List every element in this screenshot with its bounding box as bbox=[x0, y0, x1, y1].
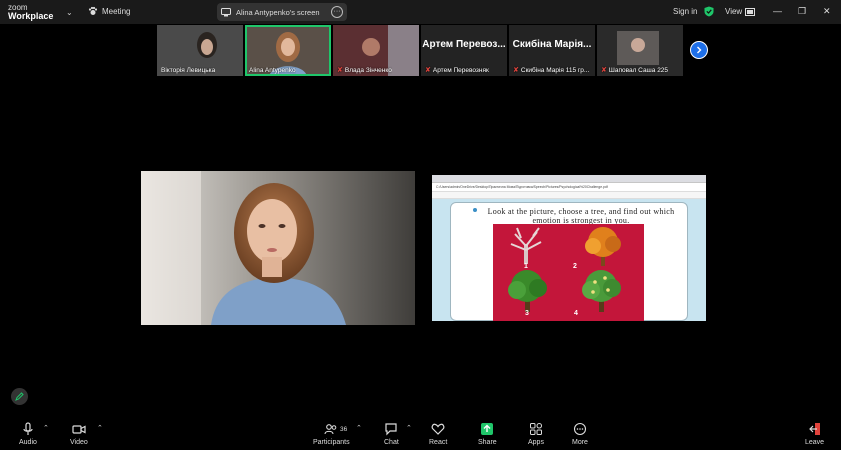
participants-count-badge: 36 bbox=[340, 426, 348, 433]
react-label: React bbox=[429, 439, 448, 446]
more-icon bbox=[573, 422, 587, 436]
microphone-icon bbox=[23, 422, 33, 435]
participant-strip: Вікторія Левицька Alina Antypenko ✘ Влада З… bbox=[157, 25, 684, 76]
participant-tile[interactable]: ✘ Шаповал Саша 225 bbox=[597, 25, 683, 76]
tree-number-2: 2 bbox=[573, 263, 577, 270]
audio-button[interactable]: Audio bbox=[19, 422, 37, 446]
trees-image bbox=[508, 227, 621, 312]
participant-name: Влада Зінченко bbox=[344, 67, 392, 74]
screen-title: Alina Antypenko's screen bbox=[236, 7, 320, 17]
participant-name: Шаповал Саша 225 bbox=[608, 67, 669, 74]
minimize-icon[interactable]: — bbox=[773, 6, 782, 16]
video-label: Video bbox=[70, 439, 88, 446]
participant-name: Скибіна Марія 115 гр... bbox=[520, 67, 590, 74]
next-page-button[interactable] bbox=[690, 41, 708, 59]
participant-name: Вікторія Левицька bbox=[161, 67, 216, 74]
tree-number-3: 3 bbox=[525, 310, 529, 317]
meeting-button[interactable]: Meeting bbox=[88, 6, 130, 16]
screen-icon bbox=[221, 7, 231, 16]
shield-check-icon[interactable] bbox=[704, 6, 714, 17]
video-options-caret[interactable]: ⌃ bbox=[97, 424, 103, 432]
participant-name-label: Alina Antypenko bbox=[249, 67, 296, 74]
pdf-toolbar bbox=[432, 192, 706, 199]
brand-line2: Workplace bbox=[8, 11, 54, 21]
bullet-icon bbox=[473, 208, 477, 212]
participants-options-caret[interactable]: ⌃ bbox=[356, 424, 362, 432]
heart-icon bbox=[431, 423, 445, 435]
muted-mic-icon: ✘ bbox=[601, 67, 607, 74]
chevron-right-icon bbox=[697, 46, 702, 54]
view-label: View bbox=[725, 7, 743, 16]
annotate-button[interactable] bbox=[11, 388, 28, 405]
sign-in-link[interactable]: Sign in bbox=[673, 7, 697, 16]
leave-label: Leave bbox=[805, 439, 825, 446]
paw-icon bbox=[88, 6, 98, 15]
pdf-page: Look at the picture, choose a tree, and … bbox=[450, 202, 688, 321]
share-label: Share bbox=[478, 439, 497, 446]
zoom-logo[interactable]: zoom Workplace bbox=[8, 3, 53, 21]
doc-instruction-text: Look at the picture, choose a tree, and … bbox=[487, 207, 675, 225]
muted-mic-icon: ✘ bbox=[337, 67, 343, 74]
tree-number-1: 1 bbox=[524, 263, 528, 270]
participant-tile[interactable]: Артем Перевоз... ✘ Артем Перевозняк bbox=[421, 25, 507, 76]
pencil-icon bbox=[15, 392, 24, 401]
muted-mic-icon: ✘ bbox=[513, 67, 519, 74]
more-label: More bbox=[572, 439, 588, 446]
grid-icon bbox=[745, 7, 756, 16]
participant-name-label: ✘ Шаповал Саша 225 bbox=[601, 66, 668, 74]
zoom-window: zoom Workplace ⌄ Meeting Alina Antypenko… bbox=[0, 0, 841, 450]
meeting-label: Meeting bbox=[102, 6, 131, 16]
participant-tile[interactable]: ✘ Влада Зінченко bbox=[333, 25, 419, 76]
participant-display-name: Скибіна Марія... bbox=[512, 39, 592, 50]
participant-tile[interactable]: Alina Antypenko bbox=[245, 25, 331, 76]
speaker-image bbox=[141, 171, 415, 325]
shared-screen[interactable]: C:/Users/admin/OneDrive/Desktop/Практичн… bbox=[432, 175, 706, 321]
more-options-icon[interactable]: ··· bbox=[331, 6, 343, 18]
trees-illustration: 1 2 3 4 bbox=[493, 224, 644, 321]
chat-options-caret[interactable]: ⌃ bbox=[406, 424, 412, 432]
title-bar: zoom Workplace ⌄ Meeting Alina Antypenko… bbox=[0, 0, 841, 24]
participants-icon bbox=[324, 424, 337, 435]
video-button[interactable]: Video bbox=[70, 422, 88, 446]
participant-name-label: ✘ Влада Зінченко bbox=[337, 66, 392, 74]
participant-tile[interactable]: Вікторія Левицька bbox=[157, 25, 243, 76]
meeting-toolbar: Audio ⌃ Video ⌃ Participants 36 ⌃ Chat ⌃… bbox=[0, 417, 841, 450]
participant-name: Артем Перевозняк bbox=[432, 67, 489, 74]
participant-name-label: ✘ Артем Перевозняк bbox=[425, 66, 489, 74]
shared-screen-indicator[interactable]: Alina Antypenko's screen ··· bbox=[217, 3, 347, 21]
pdf-viewer: Look at the picture, choose a tree, and … bbox=[432, 199, 706, 321]
participant-tile[interactable]: Скибіна Марія... ✘ Скибіна Марія 115 гр... bbox=[509, 25, 595, 76]
chevron-down-icon[interactable]: ⌄ bbox=[66, 8, 73, 17]
browser-address-bar[interactable]: C:/Users/admin/OneDrive/Desktop/Практичн… bbox=[432, 183, 706, 192]
view-button[interactable]: View bbox=[725, 7, 756, 16]
audio-label: Audio bbox=[19, 439, 37, 446]
chat-button[interactable]: Chat bbox=[384, 422, 399, 446]
participant-name: Alina Antypenko bbox=[249, 67, 296, 74]
close-icon[interactable]: ✕ bbox=[823, 6, 831, 17]
react-button[interactable]: React bbox=[429, 422, 447, 446]
apps-button[interactable]: Apps bbox=[528, 422, 544, 446]
muted-mic-icon: ✘ bbox=[425, 67, 431, 74]
apps-icon bbox=[529, 423, 542, 435]
audio-options-caret[interactable]: ⌃ bbox=[43, 424, 49, 432]
active-speaker-video[interactable] bbox=[141, 171, 415, 325]
tree-number-4: 4 bbox=[574, 310, 578, 317]
chat-icon bbox=[385, 423, 397, 436]
participant-display-name: Артем Перевоз... bbox=[422, 39, 506, 50]
share-button[interactable]: Share bbox=[478, 422, 497, 446]
participants-label: Participants bbox=[313, 439, 350, 446]
camera-icon bbox=[72, 425, 86, 434]
leave-icon bbox=[808, 423, 820, 435]
chat-label: Chat bbox=[384, 439, 399, 446]
restore-icon[interactable]: ❐ bbox=[798, 6, 806, 17]
share-screen-icon bbox=[481, 423, 494, 435]
participant-name-label: Вікторія Левицька bbox=[161, 67, 215, 74]
more-button[interactable]: More bbox=[572, 422, 588, 446]
browser-tab-bar bbox=[432, 175, 706, 183]
apps-label: Apps bbox=[528, 439, 544, 446]
participant-name-label: ✘ Скибіна Марія 115 гр... bbox=[513, 66, 589, 74]
leave-button[interactable]: Leave bbox=[805, 422, 824, 446]
